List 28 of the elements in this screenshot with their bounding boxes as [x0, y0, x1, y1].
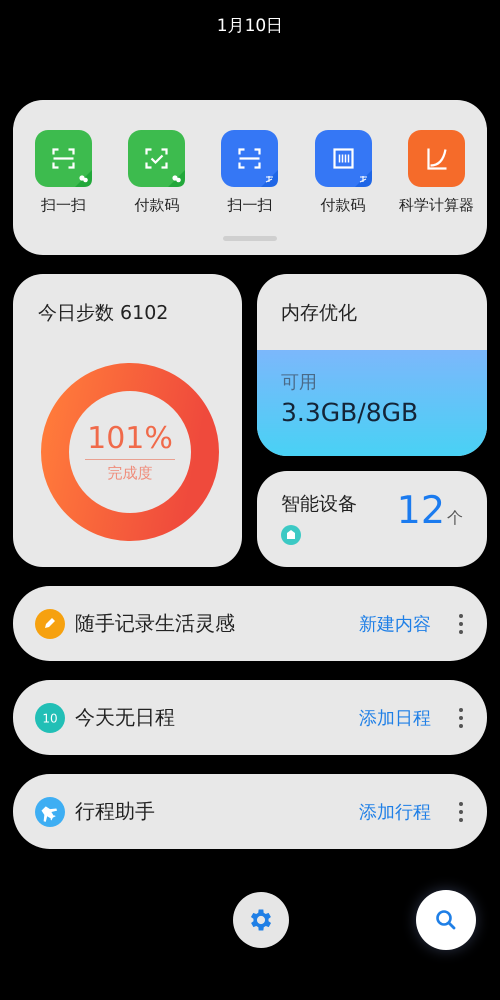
date-text: 1月10日: [216, 15, 284, 38]
row-title: 今天无日程: [75, 704, 176, 731]
devices-card[interactable]: 智能设备 12 个: [257, 471, 487, 567]
home-icon: [281, 525, 301, 545]
calendar-date-icon: 10: [35, 702, 65, 732]
shortcut-button[interactable]: 科学计算器: [391, 130, 482, 215]
memory-value: 3.3GB/8GB: [281, 398, 420, 427]
steps-title: 今日步数 6102: [38, 301, 170, 326]
more-icon[interactable]: [457, 706, 465, 728]
search-icon: [434, 908, 458, 932]
shortcut-button[interactable]: 扫一扫: [204, 130, 295, 215]
shortcut-button[interactable]: 付款码: [298, 130, 388, 215]
count-unit: 个: [447, 508, 463, 527]
memory-title: 内存优化: [281, 302, 357, 324]
search-button[interactable]: [416, 890, 476, 950]
memory-card[interactable]: 内存优化 可用 3.3GB/8GB: [257, 274, 487, 456]
percent-text: 101%: [85, 421, 175, 460]
devices-title: 智能设备: [281, 492, 357, 517]
device-count: 12: [396, 488, 445, 532]
more-icon[interactable]: [457, 612, 465, 634]
drag-handle[interactable]: [223, 236, 277, 241]
row-title: 行程助手: [75, 798, 156, 825]
shortcut-button[interactable]: 扫一扫: [18, 130, 109, 215]
completion-label: 完成度: [108, 464, 152, 483]
row-title: 随手记录生活灵感: [75, 610, 236, 637]
available-label: 可用: [281, 371, 318, 394]
shortcut-button[interactable]: 付款码: [112, 130, 202, 215]
more-icon[interactable]: [457, 800, 465, 822]
